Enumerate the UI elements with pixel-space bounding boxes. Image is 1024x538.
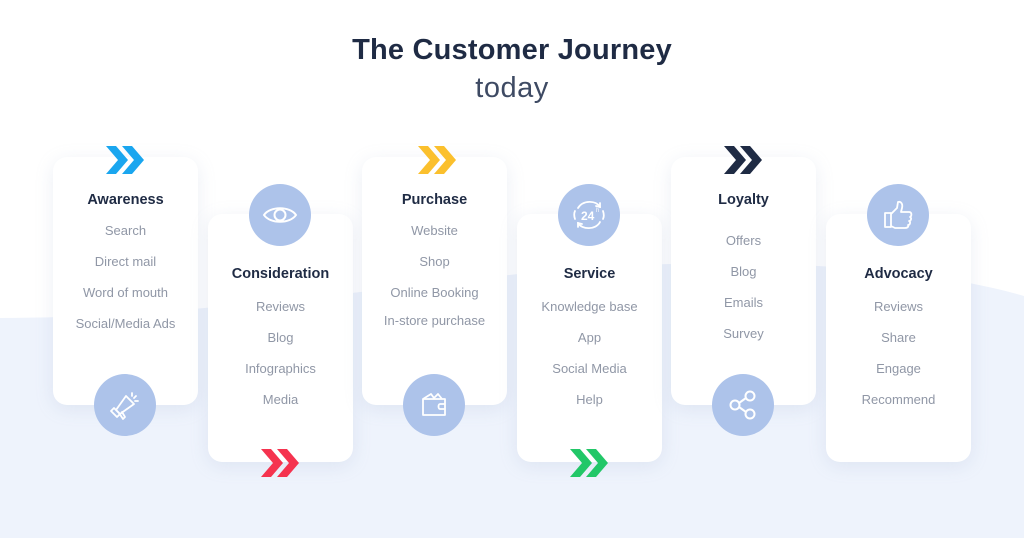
stage-item: Social/Media Ads bbox=[75, 316, 176, 331]
wallet-icon-circle bbox=[403, 374, 465, 436]
chevron-arrow-service-icon bbox=[570, 449, 608, 477]
stage-title: Awareness bbox=[87, 192, 164, 208]
page-subtitle: today bbox=[475, 72, 549, 104]
stage-item: App bbox=[577, 330, 602, 345]
share-icon bbox=[729, 390, 756, 420]
stage-card-loyalty: Loyalty Offers Blog Emails Survey bbox=[671, 157, 816, 405]
stage-card-purchase: Purchase Website Shop Online Booking In-… bbox=[362, 157, 507, 405]
24h-label: 24 bbox=[581, 209, 595, 223]
stage-item: Offers bbox=[725, 233, 762, 248]
stage-item: Help bbox=[576, 392, 603, 407]
stage-item: Online Booking bbox=[390, 285, 479, 300]
stage-item: Share bbox=[881, 330, 916, 345]
stage-item: Shop bbox=[419, 254, 450, 269]
stage-title: Advocacy bbox=[864, 266, 933, 282]
stage-items: Reviews Share Engage Recommend bbox=[826, 299, 971, 423]
stage-title: Consideration bbox=[231, 266, 330, 282]
chevron-arrow-loyalty-icon bbox=[724, 146, 762, 174]
stage-title: Loyalty bbox=[718, 192, 769, 208]
stage-items: Knowledge base App Social Media Help bbox=[517, 299, 662, 423]
stage-items: Reviews Blog Infographics Media bbox=[208, 299, 353, 423]
thumbs-up-icon-circle bbox=[867, 184, 929, 246]
stage-item: Recommend bbox=[861, 392, 936, 407]
stage-title: Service bbox=[563, 266, 616, 282]
eye-icon bbox=[262, 207, 298, 223]
stage-item: Blog bbox=[267, 330, 294, 345]
stage-item: Website bbox=[411, 223, 458, 238]
wallet-icon bbox=[422, 393, 446, 416]
stage-card-consideration: Consideration Reviews Blog Infographics … bbox=[208, 214, 353, 462]
stage-items: Offers Blog Emails Survey bbox=[671, 233, 816, 357]
stage-card-service: Service Knowledge base App Social Media … bbox=[517, 214, 662, 462]
chevron-arrow-purchase-icon bbox=[418, 146, 456, 174]
24h-sup: h bbox=[596, 208, 599, 214]
stage-item: Emails bbox=[723, 295, 763, 310]
stage-item: Survey bbox=[723, 326, 764, 341]
stage-item: Search bbox=[104, 223, 147, 238]
24h-support-icon: 24 h bbox=[573, 200, 605, 230]
thumbs-up-icon bbox=[884, 200, 913, 229]
stage-item: Infographics bbox=[245, 361, 316, 376]
stage-card-awareness: Awareness Search Direct mail Word of mou… bbox=[53, 157, 198, 405]
stage-items: Website Shop Online Booking In-store pur… bbox=[362, 223, 507, 344]
stage-item: Reviews bbox=[873, 299, 924, 314]
stage-item: Engage bbox=[876, 361, 921, 376]
24h-support-icon-circle: 24 h bbox=[558, 184, 620, 246]
chevron-arrow-consideration-icon bbox=[261, 449, 299, 477]
stage-item: Media bbox=[262, 392, 299, 407]
stage-item: Word of mouth bbox=[82, 285, 169, 300]
stage-item: Social Media bbox=[552, 361, 627, 376]
stage-item: Reviews bbox=[255, 299, 306, 314]
stage-card-advocacy: Advocacy Reviews Share Engage Recommend bbox=[826, 214, 971, 462]
stage-item: Blog bbox=[730, 264, 757, 279]
eye-icon-circle bbox=[249, 184, 311, 246]
stage-item: Knowledge base bbox=[541, 299, 638, 314]
stage-item: Direct mail bbox=[94, 254, 157, 269]
stage-title: Purchase bbox=[401, 192, 468, 208]
page-title: The Customer Journey bbox=[352, 34, 672, 66]
stage-items: Search Direct mail Word of mouth Social/… bbox=[53, 223, 198, 347]
stage-item: In-store purchase bbox=[383, 313, 486, 328]
megaphone-icon bbox=[110, 392, 139, 420]
share-icon-circle bbox=[712, 374, 774, 436]
chevron-arrow-awareness-icon bbox=[106, 146, 144, 174]
megaphone-icon-circle bbox=[94, 374, 156, 436]
